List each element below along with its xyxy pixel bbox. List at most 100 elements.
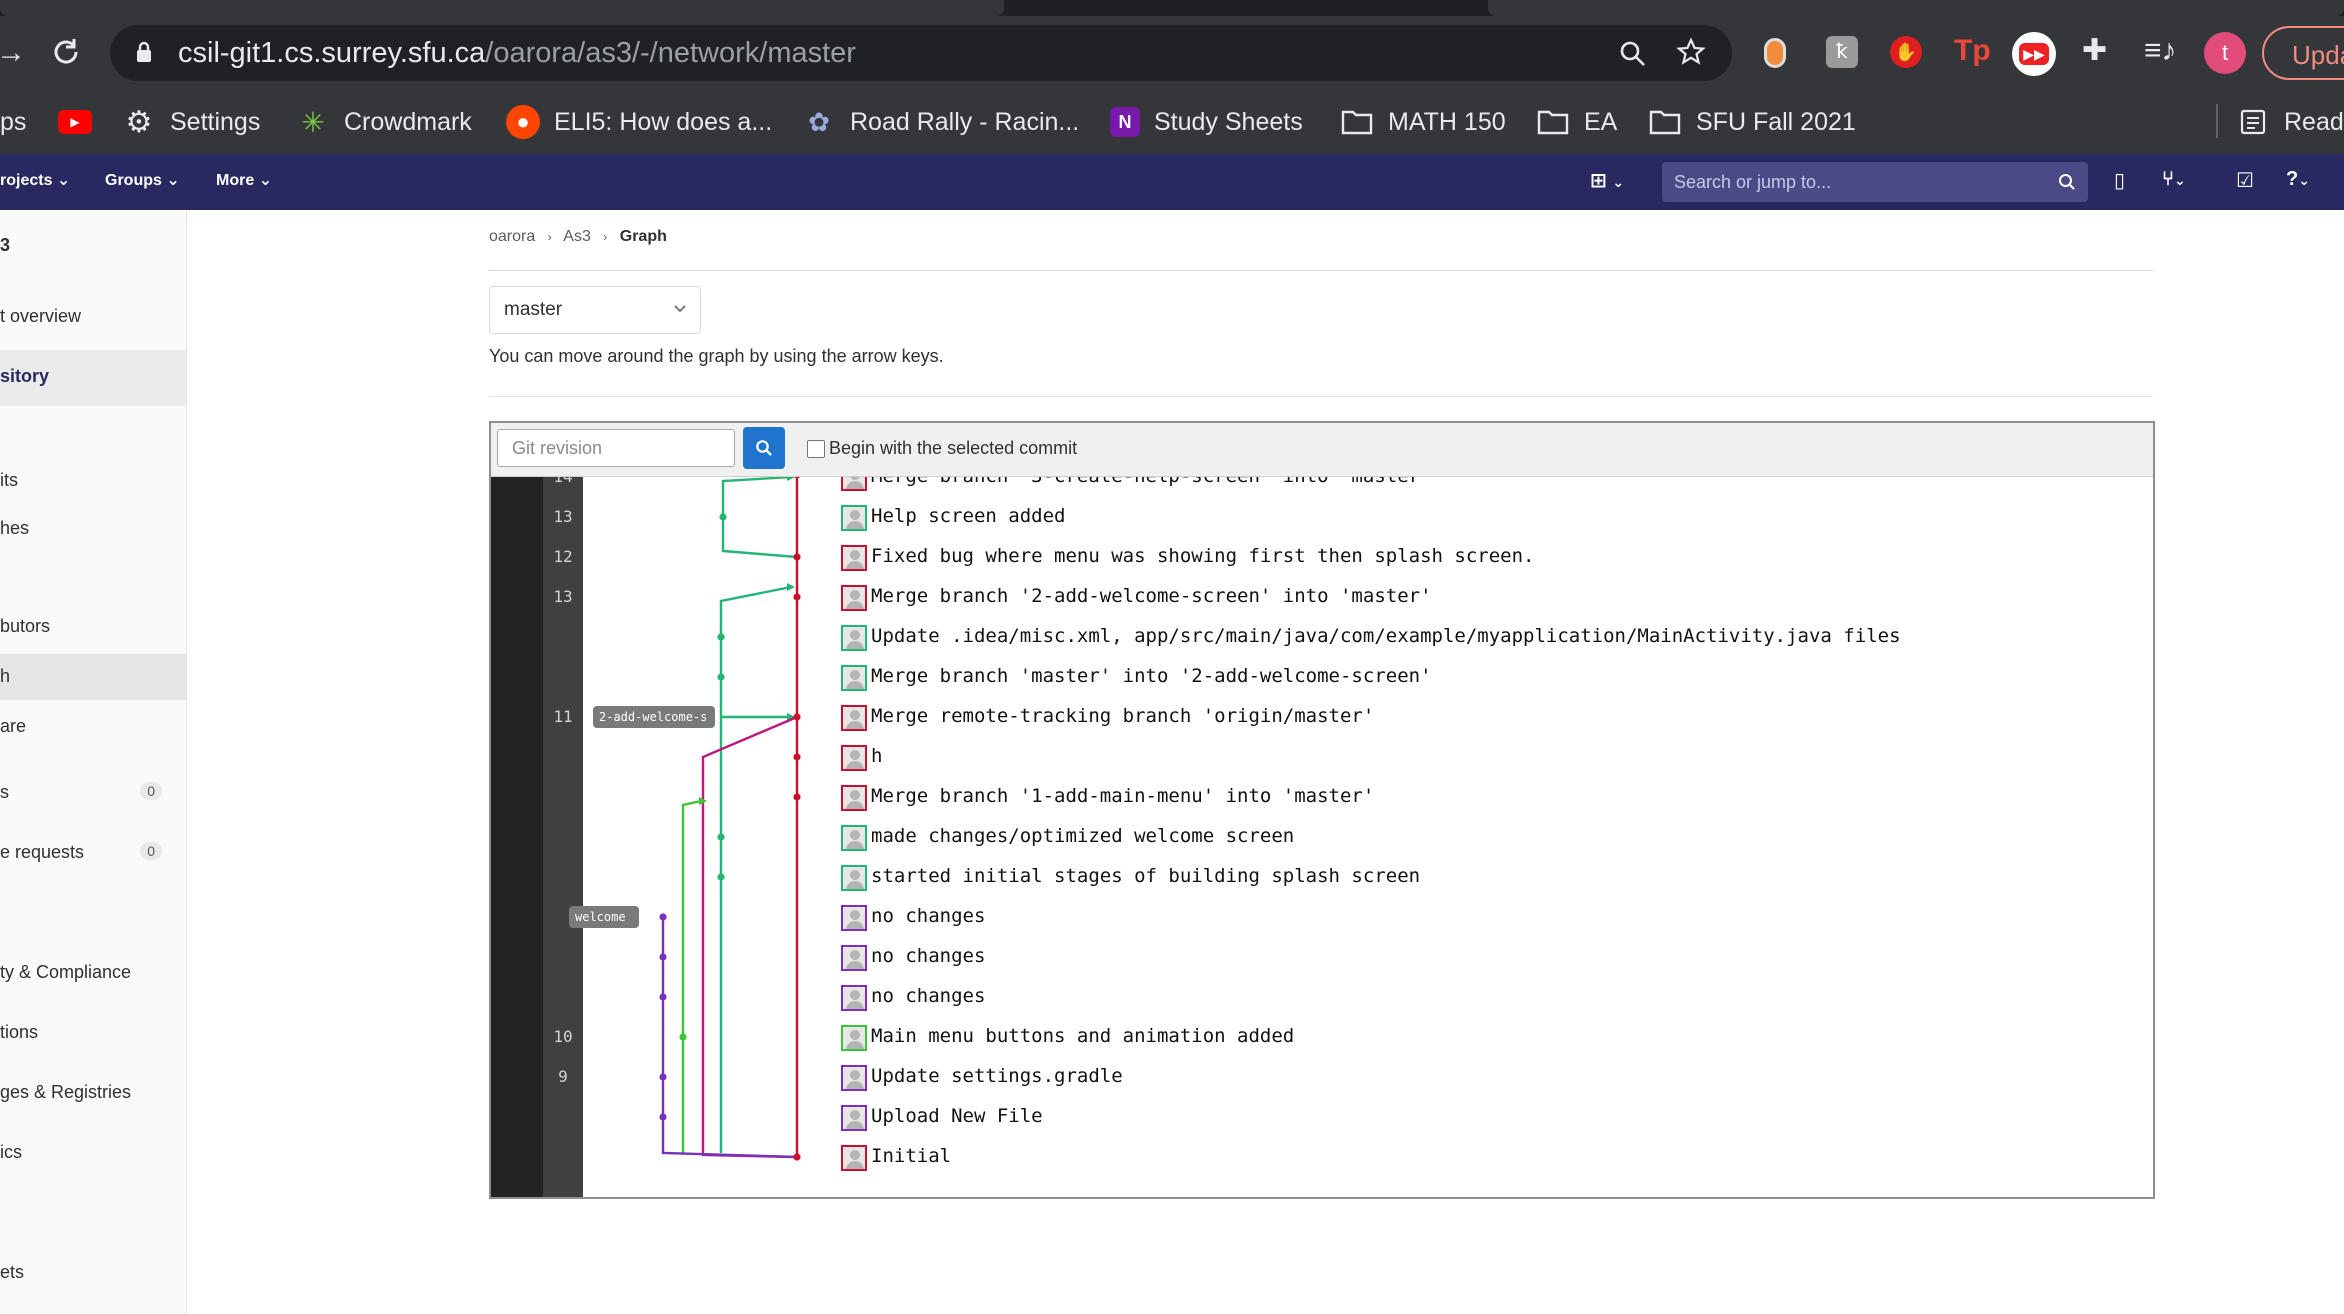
sidebar-item-commits[interactable]: its — [0, 470, 186, 491]
sidebar-item-graph[interactable]: h — [0, 654, 186, 700]
todos-icon[interactable]: ☑ — [2236, 168, 2254, 193]
commit-row[interactable]: Main menu buttons and animation added — [583, 1017, 2153, 1057]
url-text[interactable]: csil-git1.cs.surrey.sfu.ca/oarora/as3/-/… — [178, 37, 856, 70]
sidebar-item-issues[interactable]: s0 — [0, 782, 186, 803]
extension-icon[interactable]: ꝁ — [1826, 36, 1858, 68]
commit-message[interactable]: Help screen added — [871, 505, 1065, 527]
browser-tab[interactable] — [0, 0, 1004, 16]
extension-icon[interactable]: Tp — [1954, 36, 1991, 66]
nav-groups[interactable]: Groups ⌄ — [105, 170, 180, 190]
adblock-icon[interactable]: ✋ — [1890, 36, 1922, 68]
nav-more[interactable]: More ⌄ — [216, 170, 272, 190]
commit-row[interactable]: no changes — [583, 977, 2153, 1017]
commit-message[interactable]: Update .idea/misc.xml, app/src/main/java… — [871, 625, 1901, 647]
sidebar-item-snippets[interactable]: ets — [0, 1262, 186, 1283]
commit-message[interactable]: Upload New File — [871, 1105, 1043, 1127]
commit-row[interactable]: Merge branch 'master' into '2-add-welcom… — [583, 657, 2153, 697]
commit-row[interactable]: no changes — [583, 937, 2153, 977]
search-revision-button[interactable] — [743, 427, 785, 469]
bookmark-road-rally[interactable]: ✿ Road Rally - Racin... — [802, 102, 1079, 142]
branch-select[interactable]: master — [489, 286, 701, 334]
branch-ref-label[interactable]: 2-add-welcome-s — [593, 706, 715, 728]
commit-message[interactable]: no changes — [871, 985, 985, 1007]
commit-row[interactable]: Merge branch '1-add-main-menu' into 'mas… — [583, 777, 2153, 817]
network-graph[interactable]: 14 13 12 13 11 10 9 Merge branch '3-create-hel… — [491, 477, 2153, 1197]
commit-message[interactable]: Merge branch 'master' into '2-add-welcom… — [871, 665, 1432, 687]
forward-icon[interactable]: → — [0, 38, 26, 68]
commit-row[interactable]: Update settings.gradle — [583, 1057, 2153, 1097]
commit-row[interactable]: Upload New File — [583, 1097, 2153, 1137]
nav-projects[interactable]: rojects ⌄ — [0, 170, 70, 190]
commit-row[interactable]: made changes/optimized welcome screen — [583, 817, 2153, 857]
bookmark-eli5[interactable]: ● ELI5: How does a... — [506, 102, 772, 142]
commit-row[interactable]: Merge branch '2-add-welcome-screen' into… — [583, 577, 2153, 617]
git-revision-input[interactable] — [497, 429, 735, 467]
sidebar-item-compare[interactable]: are — [0, 716, 186, 737]
bookmark-sfu-fall-2021[interactable]: SFU Fall 2021 — [1648, 102, 1856, 142]
commit-message[interactable]: Merge branch '2-add-welcome-screen' into… — [871, 585, 1432, 607]
commit-row[interactable]: Fixed bug where menu was showing first t… — [583, 537, 2153, 577]
sidebar-item-repository[interactable]: sitory — [0, 350, 186, 406]
begin-with-selected-checkbox[interactable] — [807, 440, 825, 458]
bookmark-star-icon[interactable] — [1676, 37, 1706, 67]
commit-message[interactable]: started initial stages of building splas… — [871, 865, 1420, 887]
sidebar-item-packages[interactable]: ges & Registries — [0, 1082, 186, 1103]
commit-row[interactable]: Initial — [583, 1137, 2153, 1177]
commit-message[interactable]: no changes — [871, 945, 985, 967]
project-title[interactable]: 3 — [0, 235, 186, 256]
media-queue-icon[interactable]: ≡♪ — [2144, 36, 2177, 66]
sidebar-item-analytics[interactable]: ics — [0, 1142, 186, 1163]
sidebar-item-security[interactable]: ty & Compliance — [0, 962, 186, 983]
commit-row[interactable]: Merge remote-tracking branch 'origin/mas… — [583, 697, 2153, 737]
browser-tab[interactable] — [1488, 0, 2344, 16]
commit-row[interactable]: no changes — [583, 897, 2153, 937]
bookmark-crowdmark[interactable]: ✳ Crowdmark — [296, 102, 472, 142]
breadcrumb-oarora[interactable]: oarora — [489, 228, 535, 245]
merge-requests-icon[interactable]: ⑂⌄ — [2162, 168, 2186, 191]
extensions-puzzle-icon[interactable]: ✚ — [2082, 36, 2107, 66]
bookmark-study-sheets[interactable]: N Study Sheets — [1110, 102, 1303, 142]
commit-message[interactable]: h — [871, 745, 882, 767]
commit-row[interactable]: Help screen added — [583, 497, 2153, 537]
bookmark-ea[interactable]: EA — [1536, 102, 1617, 142]
commit-row[interactable]: started initial stages of building splas… — [583, 857, 2153, 897]
branch-ref-label[interactable]: welcome — [569, 906, 639, 928]
breadcrumb-graph[interactable]: Graph — [620, 228, 667, 245]
search-input[interactable]: Search or jump to... — [1662, 162, 2088, 202]
extension-icon[interactable]: ▶▶ — [2012, 32, 2056, 76]
sidebar-item-branches[interactable]: hes — [0, 518, 186, 539]
lock-icon[interactable] — [136, 41, 152, 63]
update-button[interactable]: Upda — [2262, 26, 2344, 80]
profile-avatar[interactable]: t — [2204, 32, 2246, 74]
help-icon[interactable]: ?⌄ — [2286, 168, 2310, 191]
sidebar-item-merge-requests[interactable]: e requests 0 — [0, 842, 186, 863]
bookmark-settings[interactable]: ⚙ Settings — [122, 102, 261, 142]
commit-message[interactable]: Merge remote-tracking branch 'origin/mas… — [871, 705, 1374, 727]
commit-message[interactable]: no changes — [871, 905, 985, 927]
sidebar-item-deployments[interactable]: tions — [0, 1022, 186, 1043]
address-bar[interactable]: csil-git1.cs.surrey.sfu.ca/oarora/as3/-/… — [110, 25, 1732, 81]
commit-message[interactable]: Update settings.gradle — [871, 1065, 1123, 1087]
day-number: 9 — [558, 1067, 568, 1086]
commit-row[interactable]: Update .idea/misc.xml, app/src/main/java… — [583, 617, 2153, 657]
issues-icon[interactable]: ▯ — [2114, 168, 2125, 193]
commit-row[interactable]: h — [583, 737, 2153, 777]
reload-icon[interactable] — [50, 36, 82, 74]
sidebar-item-project-overview[interactable]: t overview — [0, 306, 186, 327]
breadcrumb-as3[interactable]: As3 — [563, 228, 591, 245]
commit-row[interactable]: Merge branch '3-create-help-screen' into… — [583, 477, 2153, 497]
zoom-icon[interactable] — [1618, 39, 1646, 67]
bookmark-apps[interactable]: ps — [0, 102, 26, 142]
commit-message[interactable]: Merge branch '1-add-main-menu' into 'mas… — [871, 785, 1374, 807]
commit-message[interactable]: Main menu buttons and animation added — [871, 1025, 1294, 1047]
commit-message[interactable]: Merge branch '3-create-help-screen' into… — [871, 477, 1432, 487]
sidebar-item-contributors[interactable]: butors — [0, 616, 186, 637]
commit-message[interactable]: made changes/optimized welcome screen — [871, 825, 1294, 847]
reading-list[interactable]: Read — [2236, 102, 2344, 142]
bookmark-math150[interactable]: MATH 150 — [1340, 102, 1506, 142]
extension-icon[interactable] — [1764, 38, 1786, 68]
commit-message[interactable]: Fixed bug where menu was showing first t… — [871, 545, 1534, 567]
commit-message[interactable]: Initial — [871, 1145, 951, 1167]
bookmark-youtube[interactable]: ▶ — [58, 102, 106, 142]
new-dropdown[interactable]: ⊞ ⌄ — [1590, 168, 1624, 193]
